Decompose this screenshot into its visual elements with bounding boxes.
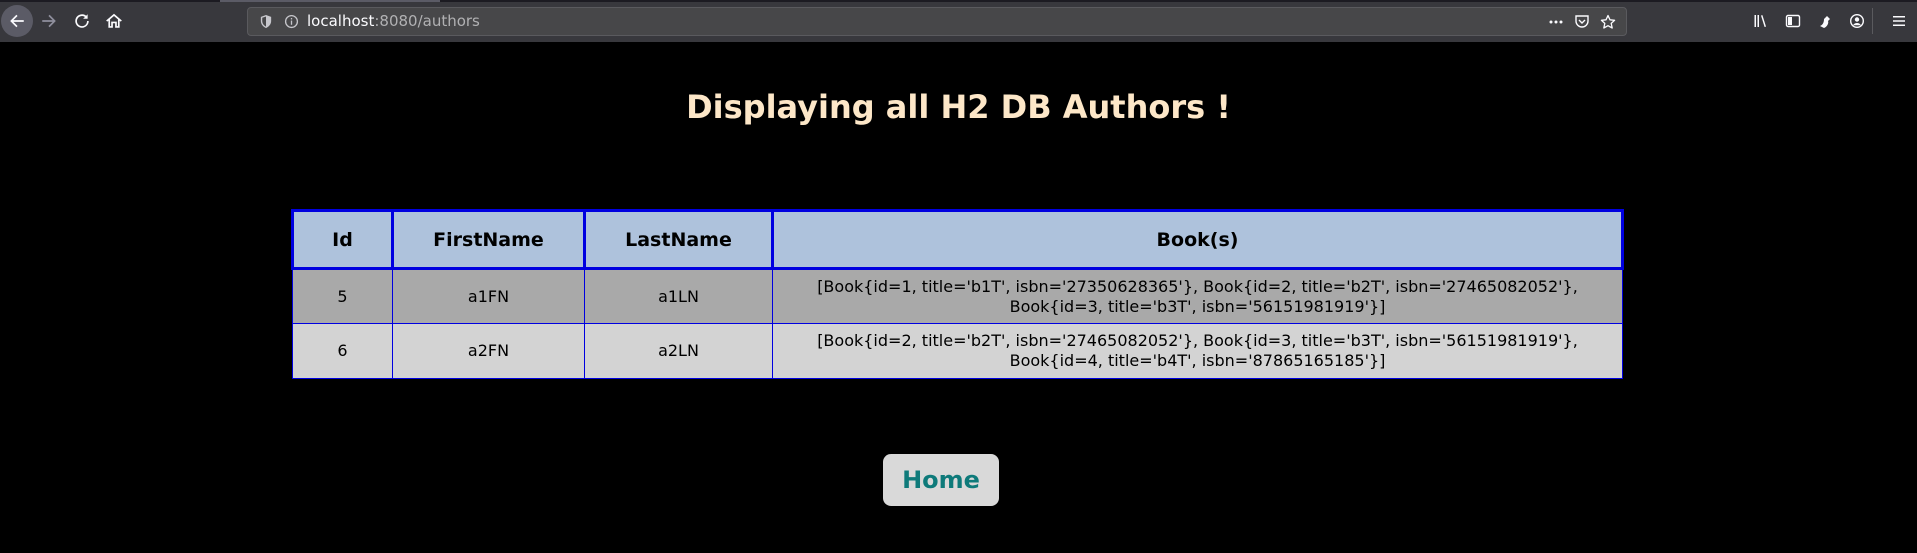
page-title: Displaying all H2 DB Authors ! bbox=[686, 88, 1231, 126]
table-header-row: Id FirstName LastName Book(s) bbox=[291, 209, 1624, 270]
library-icon[interactable] bbox=[1750, 10, 1772, 32]
star-icon[interactable] bbox=[1598, 13, 1618, 31]
account-icon[interactable] bbox=[1846, 10, 1868, 32]
cell-lastname: a1LN bbox=[584, 268, 773, 324]
reload-button[interactable] bbox=[66, 5, 98, 37]
back-button[interactable] bbox=[1, 5, 33, 37]
cell-firstname: a2FN bbox=[392, 323, 585, 379]
home-icon bbox=[106, 13, 122, 28]
pocket-icon[interactable] bbox=[1572, 13, 1592, 31]
more-icon[interactable] bbox=[1546, 13, 1566, 31]
address-bar[interactable]: localhost:8080/authors bbox=[247, 7, 1627, 36]
home-toolbar-button[interactable] bbox=[98, 5, 130, 37]
forward-button[interactable] bbox=[33, 5, 65, 37]
url-text[interactable]: localhost:8080/authors bbox=[307, 12, 480, 31]
sidebar-icon[interactable] bbox=[1782, 10, 1804, 32]
authors-table: Id FirstName LastName Book(s) 5 a1FN a1L… bbox=[291, 209, 1624, 379]
menu-icon[interactable] bbox=[1888, 10, 1910, 32]
header-lastname: LastName bbox=[583, 209, 774, 270]
books-line: Book{id=4, title='b4T', isbn='8786516518… bbox=[1009, 351, 1386, 370]
toolbar-separator bbox=[1872, 8, 1873, 34]
cell-firstname: a1FN bbox=[392, 268, 585, 324]
books-line: Book{id=3, title='b3T', isbn='5615198191… bbox=[1009, 296, 1386, 316]
table-row: 5 a1FN a1LN [Book{id=1, title='b1T', isb… bbox=[292, 268, 1623, 324]
cell-id: 5 bbox=[292, 268, 393, 324]
shield-icon[interactable] bbox=[259, 14, 273, 29]
header-id: Id bbox=[291, 209, 394, 270]
reload-icon bbox=[75, 14, 89, 28]
forward-icon bbox=[42, 14, 56, 28]
cell-lastname: a2LN bbox=[584, 323, 773, 379]
url-host: localhost bbox=[307, 12, 375, 30]
cell-id: 6 bbox=[292, 323, 393, 379]
back-icon bbox=[10, 14, 24, 28]
browser-toolbar: localhost:8080/authors bbox=[0, 0, 1917, 42]
extension-icon[interactable] bbox=[1814, 10, 1836, 32]
books-line: [Book{id=2, title='b2T', isbn='274650820… bbox=[817, 331, 1578, 350]
home-button[interactable]: Home bbox=[883, 454, 999, 506]
header-books: Book(s) bbox=[771, 209, 1624, 270]
cell-books: [Book{id=2, title='b2T', isbn='274650820… bbox=[772, 323, 1623, 379]
header-firstname: FirstName bbox=[391, 209, 586, 270]
table-row: 6 a2FN a2LN [Book{id=2, title='b2T', isb… bbox=[292, 323, 1623, 379]
books-line: [Book{id=1, title='b1T', isbn='273506283… bbox=[817, 276, 1578, 296]
info-icon[interactable] bbox=[284, 14, 299, 29]
cell-books: [Book{id=1, title='b1T', isbn='273506283… bbox=[772, 268, 1623, 324]
url-path: :8080/authors bbox=[374, 12, 480, 30]
active-tab-indicator bbox=[220, 0, 440, 2]
